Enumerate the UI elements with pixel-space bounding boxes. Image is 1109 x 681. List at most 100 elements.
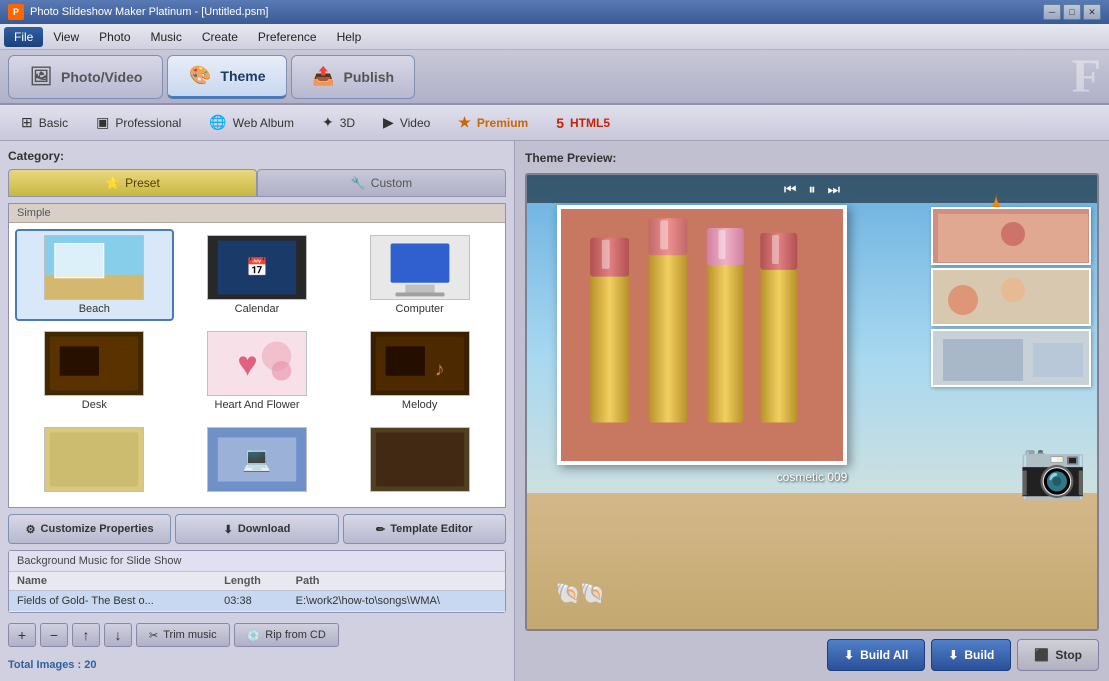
move-up-button[interactable]: ↑ (72, 623, 100, 647)
build-label: Build (964, 648, 994, 662)
theme-9[interactable] (340, 421, 499, 501)
next-icon[interactable]: ⏭ (828, 181, 841, 198)
photo-collage (927, 203, 1097, 391)
basic-icon: ⊞ (21, 114, 33, 131)
build-icon: ⬇ (948, 648, 958, 662)
menu-preference[interactable]: Preference (248, 27, 327, 47)
svg-text:📅: 📅 (246, 257, 268, 277)
col-length: Length (216, 572, 287, 591)
subtab-basic[interactable]: ⊞ Basic (8, 109, 81, 137)
minimize-button[interactable]: ─ (1043, 4, 1061, 20)
menu-file[interactable]: File (4, 27, 43, 47)
rip-label: Rip from CD (265, 629, 326, 641)
music-row[interactable]: Fields of Gold- The Best o... 03:38 E:\w… (9, 591, 505, 612)
window-controls: ─ □ ✕ (1043, 4, 1101, 20)
prev-icon[interactable]: ⏮ (784, 181, 797, 198)
html5-label: HTML5 (570, 116, 610, 130)
theme-calendar-name: Calendar (235, 303, 280, 315)
left-panel: Category: ⭐ Preset 🔧 Custom Simple (0, 141, 515, 681)
app-icon: P (8, 4, 24, 20)
subtab-video[interactable]: ▶ Video (370, 109, 443, 137)
menu-photo[interactable]: Photo (89, 27, 140, 47)
theme-melody[interactable]: ♪ Melody (340, 325, 499, 417)
maximize-button[interactable]: □ (1063, 4, 1081, 20)
theme-label: Theme (220, 68, 265, 84)
template-editor-button[interactable]: ✏ Template Editor (343, 514, 506, 544)
theme-7[interactable] (15, 421, 174, 501)
total-images: Total Images : 20 (8, 657, 506, 673)
music-section: Background Music for Slide Show Name Len… (8, 550, 506, 613)
theme-calendar[interactable]: 📅 Calendar (178, 229, 337, 321)
trim-music-button[interactable]: ✂ Trim music (136, 623, 230, 647)
build-all-button[interactable]: ⬇ Build All (827, 639, 925, 671)
add-music-button[interactable]: + (8, 623, 36, 647)
col-name: Name (9, 572, 216, 591)
theme-heart-name: Heart And Flower (215, 399, 300, 411)
move-down-button[interactable]: ↓ (104, 623, 132, 647)
menu-create[interactable]: Create (192, 27, 248, 47)
3d-icon: ✦ (322, 114, 334, 131)
theme-calendar-thumb: 📅 (207, 235, 307, 300)
stop-button[interactable]: ⬛ Stop (1017, 639, 1099, 671)
build-all-icon: ⬇ (844, 648, 854, 662)
preset-tab-btn[interactable]: ⭐ Preset (8, 169, 257, 197)
menu-bar: File View Photo Music Create Preference … (0, 24, 1109, 50)
svg-text:♥: ♥ (237, 346, 257, 384)
theme-8[interactable]: 💻 (178, 421, 337, 501)
collage-photo-1 (931, 207, 1091, 265)
photo-video-tab[interactable]: 🖼 Photo/Video (8, 55, 163, 99)
preview-sand (527, 493, 1097, 629)
menu-music[interactable]: Music (141, 27, 192, 47)
theme-heart-and-flower[interactable]: ♥ Heart And Flower (178, 325, 337, 417)
svg-text:♪: ♪ (434, 359, 444, 381)
close-button[interactable]: ✕ (1083, 4, 1101, 20)
publish-tab[interactable]: 📤 Publish (291, 55, 416, 99)
trim-label: Trim music (163, 629, 216, 641)
webalbum-icon: 🌐 (209, 114, 226, 131)
gear-icon: ⚙ (26, 523, 36, 536)
menu-help[interactable]: Help (327, 27, 372, 47)
rip-cd-button[interactable]: 💿 Rip from CD (234, 623, 339, 647)
video-label: Video (400, 116, 430, 130)
theme-computer[interactable]: Computer (340, 229, 499, 321)
pause-icon[interactable]: ⏸ (809, 181, 816, 198)
customize-label: Customize Properties (41, 523, 154, 535)
theme-desk-name: Desk (82, 399, 107, 411)
subtab-webalbum[interactable]: 🌐 Web Album (196, 109, 307, 137)
content-area: Category: ⭐ Preset 🔧 Custom Simple (0, 141, 1109, 681)
basic-label: Basic (39, 116, 68, 130)
download-button[interactable]: ⬇ Download (175, 514, 338, 544)
subtab-html5[interactable]: 5 HTML5 (543, 109, 623, 137)
photo-video-icon: 🖼 (29, 65, 53, 89)
theme-desk-thumb (44, 331, 144, 396)
right-panel: Theme Preview: ⏮ ⏸ ⏭ ✦ (515, 141, 1109, 681)
subtab-3d[interactable]: ✦ 3D (309, 109, 368, 137)
sub-toolbar: ⊞ Basic ▣ Professional 🌐 Web Album ✦ 3D … (0, 105, 1109, 141)
themes-container: Simple Beach (8, 203, 506, 508)
customize-properties-button[interactable]: ⚙ Customize Properties (8, 514, 171, 544)
theme-beach[interactable]: Beach (15, 229, 174, 321)
subtab-professional[interactable]: ▣ Professional (83, 109, 194, 137)
menu-view[interactable]: View (43, 27, 89, 47)
window-title: Photo Slideshow Maker Platinum - [Untitl… (30, 6, 1043, 18)
theme-tab[interactable]: 🎨 Theme (167, 55, 286, 99)
custom-tab-btn[interactable]: 🔧 Custom (257, 169, 506, 197)
main-toolbar: 🖼 Photo/Video 🎨 Theme 📤 Publish F (0, 50, 1109, 105)
build-button[interactable]: ⬇ Build (931, 639, 1011, 671)
main-photo-frame (557, 205, 847, 465)
theme-melody-thumb: ♪ (370, 331, 470, 396)
theme-beach-thumb (44, 235, 144, 300)
theme-8-thumb: 💻 (207, 427, 307, 492)
title-bar: P Photo Slideshow Maker Platinum - [Unti… (0, 0, 1109, 24)
subtab-premium[interactable]: ★ Premium (445, 109, 541, 137)
app-logo: F (1072, 49, 1101, 104)
music-path: E:\work2\how-to\songs\WMA\ (288, 591, 505, 612)
download-icon: ⬇ (224, 523, 233, 536)
remove-music-button[interactable]: − (40, 623, 68, 647)
premium-icon: ★ (458, 114, 471, 131)
theme-computer-name: Computer (396, 303, 444, 315)
collage-photo-3 (931, 329, 1091, 387)
theme-desk[interactable]: Desk (15, 325, 174, 417)
template-editor-label: Template Editor (390, 523, 472, 535)
theme-icon: 🎨 (188, 64, 212, 88)
